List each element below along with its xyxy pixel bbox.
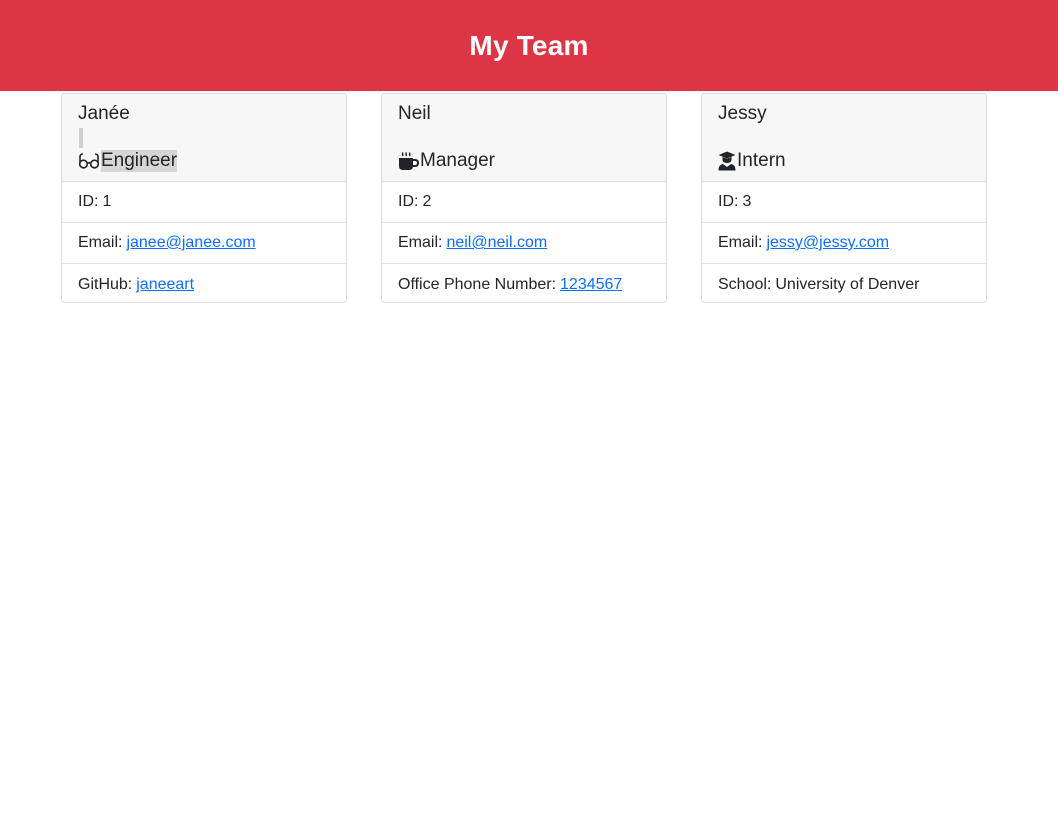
email-link[interactable]: jessy@jessy.com xyxy=(766,234,889,252)
text-cursor xyxy=(79,128,83,148)
id-row: ID: 3 xyxy=(702,182,986,223)
role-label: Intern xyxy=(737,150,786,171)
office-phone-link[interactable]: 1234567 xyxy=(560,276,622,294)
employee-card: Neil Manager ID: 2 Email: neil@neil.com … xyxy=(381,93,667,303)
employee-role: Engineer xyxy=(78,149,178,173)
office-phone-label: Office Phone Number: xyxy=(398,275,557,293)
email-link[interactable]: neil@neil.com xyxy=(446,234,547,252)
employee-name: Neil xyxy=(398,103,431,124)
glasses-icon xyxy=(78,153,100,169)
email-label: Email: xyxy=(78,234,123,251)
graduate-icon xyxy=(718,151,736,171)
role-label: Engineer xyxy=(101,150,178,172)
github-link[interactable]: janeeart xyxy=(136,276,194,294)
employee-role: Intern xyxy=(718,149,786,173)
github-row: GitHub: janeeart xyxy=(62,264,346,302)
id-label: ID: xyxy=(78,193,99,210)
school-row: School: University of Denver xyxy=(702,264,986,302)
employee-name: Jessy xyxy=(718,103,767,124)
id-value: 1 xyxy=(102,193,112,210)
email-link[interactable]: janee@janee.com xyxy=(126,234,255,252)
role-label: Manager xyxy=(420,150,495,171)
mug-icon xyxy=(398,151,419,171)
employee-name: Janée xyxy=(78,103,130,124)
employee-card: Jessy Intern ID: 3 Email: jessy@jessy.co… xyxy=(701,93,987,303)
id-value: 2 xyxy=(422,193,432,210)
employee-role: Manager xyxy=(398,149,495,173)
email-label: Email: xyxy=(398,234,443,251)
page-title: My Team xyxy=(469,29,589,61)
github-label: GitHub: xyxy=(78,275,133,293)
id-row: ID: 2 xyxy=(382,182,666,223)
email-row: Email: janee@janee.com xyxy=(62,223,346,264)
id-label: ID: xyxy=(398,193,419,210)
card-header: Neil Manager xyxy=(382,94,666,182)
id-row: ID: 1 xyxy=(62,182,346,223)
office-phone-row: Office Phone Number: 1234567 xyxy=(382,264,666,302)
employee-card: Janée Engineer ID: 1 Email: janee@janee.… xyxy=(61,93,347,303)
card-header: Jessy Intern xyxy=(702,94,986,182)
school-value: University of Denver xyxy=(775,275,920,293)
school-label: School: xyxy=(718,275,772,293)
id-label: ID: xyxy=(718,193,739,210)
email-label: Email: xyxy=(718,234,763,251)
email-row: Email: neil@neil.com xyxy=(382,223,666,264)
page-header: My Team xyxy=(0,0,1058,91)
id-value: 3 xyxy=(742,193,752,210)
card-header: Janée Engineer xyxy=(62,94,346,182)
email-row: Email: jessy@jessy.com xyxy=(702,223,986,264)
